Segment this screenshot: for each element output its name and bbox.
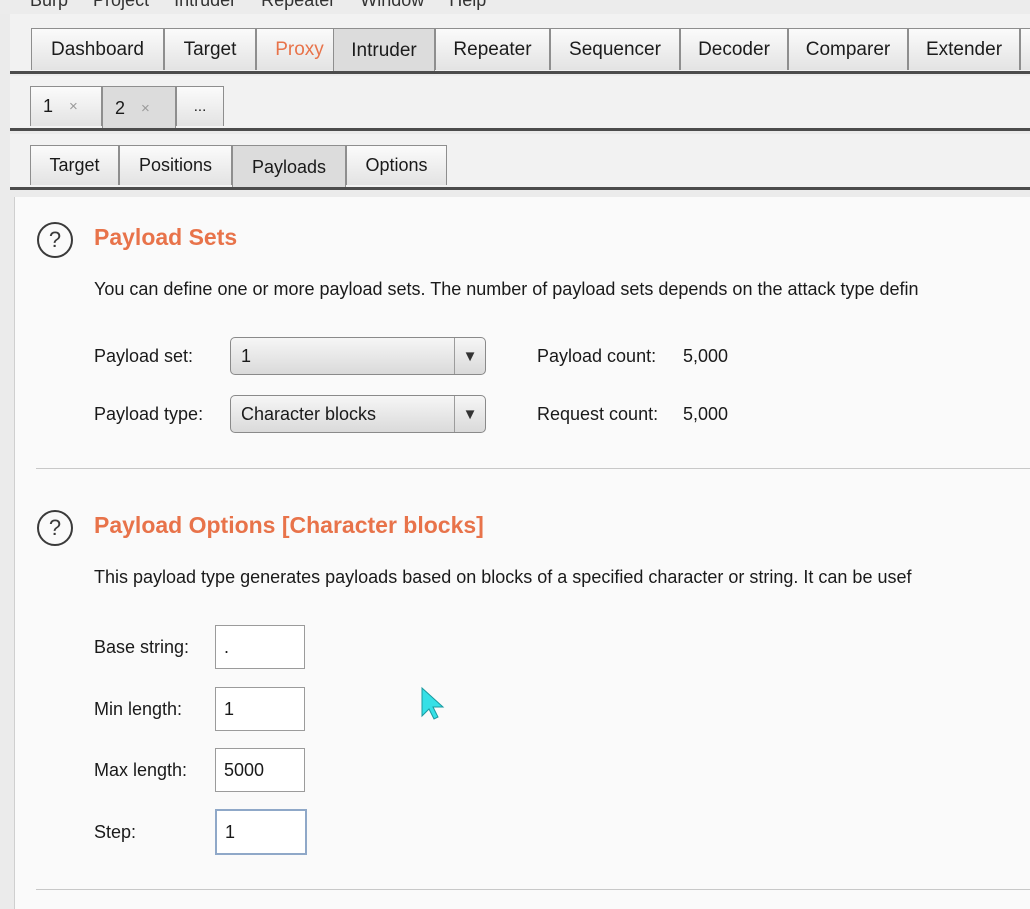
max-length-input[interactable] [215, 748, 305, 792]
section-divider [36, 468, 1030, 469]
payload-sets-description: You can define one or more payload sets.… [94, 279, 919, 299]
close-icon[interactable]: × [69, 98, 78, 115]
sub-tab-rule [10, 187, 1030, 190]
tab-sequencer[interactable]: Sequencer [550, 28, 680, 70]
help-icon[interactable]: ? [37, 222, 73, 258]
tab-overflow[interactable] [1020, 28, 1030, 70]
payload-type-value: Character blocks [241, 403, 377, 424]
payload-sets-title: Payload Sets [94, 224, 238, 250]
tab-target[interactable]: Target [164, 28, 256, 70]
section-divider-bottom [36, 889, 1030, 890]
subtab-options[interactable]: Options [346, 145, 447, 185]
payload-count-label: Payload count: [537, 346, 657, 366]
chevron-down-icon: ▼ [454, 396, 485, 432]
mouse-pointer-icon [421, 686, 445, 720]
menu-help[interactable]: Help [449, 0, 486, 11]
tab-extender[interactable]: Extender [908, 28, 1020, 70]
request-count-label: Request count: [537, 404, 659, 424]
tab-intruder[interactable]: Intruder [333, 28, 435, 73]
new-attack-tab[interactable]: ... [176, 86, 224, 126]
payload-set-value: 1 [241, 345, 252, 366]
menu-bar: Burp Project Intruder Repeater Window He… [0, 0, 1030, 14]
base-string-input[interactable] [215, 625, 305, 669]
min-length-label: Min length: [94, 699, 183, 719]
tab-dashboard[interactable]: Dashboard [31, 28, 164, 70]
base-string-label: Base string: [94, 637, 190, 657]
subtab-payloads[interactable]: Payloads [232, 145, 346, 188]
close-icon[interactable]: × [141, 100, 150, 117]
payload-count-value: 5,000 [683, 346, 729, 366]
tab-comparer[interactable]: Comparer [788, 28, 908, 70]
attack-tab-1[interactable]: 1 × [30, 86, 102, 126]
tab-repeater[interactable]: Repeater [435, 28, 550, 70]
payload-set-label: Payload set: [94, 346, 194, 366]
attack-tab-1-label: 1 [43, 96, 54, 116]
attack-tab-2-label: 2 [115, 97, 126, 118]
menu-window[interactable]: Window [360, 0, 424, 11]
menu-repeater[interactable]: Repeater [261, 0, 335, 11]
menu-burp[interactable]: Burp [30, 0, 68, 11]
subtab-positions[interactable]: Positions [119, 145, 232, 185]
min-length-input[interactable] [215, 687, 305, 731]
payload-set-dropdown[interactable]: 1 ▼ [230, 337, 486, 375]
payloads-panel: ? Payload Sets You can define one or mor… [14, 197, 1030, 909]
attack-tab-2[interactable]: 2 × [102, 86, 176, 129]
request-count-value: 5,000 [683, 404, 729, 424]
tab-proxy[interactable]: Proxy [256, 28, 343, 70]
main-tab-rule [10, 71, 1030, 74]
menu-project[interactable]: Project [93, 0, 149, 11]
payload-type-dropdown[interactable]: Character blocks ▼ [230, 395, 486, 433]
attack-tab-rule [10, 128, 1030, 131]
payload-type-label: Payload type: [94, 404, 204, 424]
payload-options-title: Payload Options [Character blocks] [94, 512, 484, 538]
subtab-target[interactable]: Target [30, 145, 119, 185]
menu-intruder[interactable]: Intruder [174, 0, 236, 11]
step-input[interactable] [215, 809, 307, 855]
max-length-label: Max length: [94, 760, 188, 780]
payload-options-description: This payload type generates payloads bas… [94, 567, 912, 587]
tab-decoder[interactable]: Decoder [680, 28, 788, 70]
step-label: Step: [94, 822, 137, 842]
chevron-down-icon: ▼ [454, 338, 485, 374]
help-icon[interactable]: ? [37, 510, 73, 546]
